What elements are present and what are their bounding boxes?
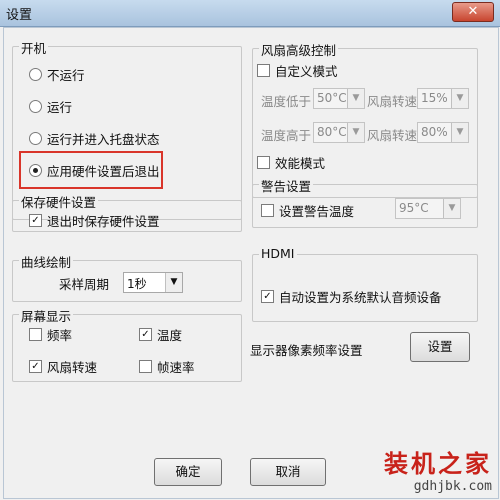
title-bar: 设置 ✕	[0, 0, 500, 27]
startup-legend: 开机	[19, 38, 49, 57]
sampling-period-select[interactable]: 1秒 ▼	[123, 272, 183, 293]
display-item-label: 风扇转速	[47, 360, 98, 375]
fan-control-legend: 风扇高级控制	[259, 40, 339, 59]
close-button[interactable]: ✕	[452, 2, 494, 22]
hdmi-auto-label: 自动设置为系统默认音频设备	[279, 290, 442, 305]
radio-button[interactable]	[29, 100, 42, 113]
pixel-clock-settings-button[interactable]: 设置	[410, 332, 470, 362]
checkbox-checked[interactable]: ✓	[29, 360, 42, 373]
startup-option-2[interactable]: 运行并进入托盘状态	[29, 129, 160, 148]
temp-low-select[interactable]: 50°C ▼	[313, 88, 365, 109]
display-item-temperature[interactable]: ✓ 温度	[139, 325, 182, 344]
radio-button-selected[interactable]	[29, 164, 42, 177]
watermark: 装机之家 gdhjbk.com	[384, 444, 492, 494]
display-legend: 屏幕显示	[19, 306, 74, 325]
efficiency-mode-option[interactable]: 效能模式	[257, 153, 325, 172]
radio-button[interactable]	[29, 68, 42, 81]
sampling-period-label: 采样周期	[59, 277, 110, 292]
window-title: 设置	[6, 8, 33, 23]
checkbox[interactable]	[257, 156, 270, 169]
pixel-clock-label: 显示器像素频率设置	[250, 343, 363, 358]
save-hw-group: 保存硬件设置 ✓ 退出时保存硬件设置	[12, 192, 242, 232]
fan-speed-select-2[interactable]: 80% ▼	[417, 122, 469, 143]
alarm-group: 警告设置 设置警告温度 95°C ▼	[252, 176, 478, 228]
startup-option-label: 应用硬件设置后退出	[47, 164, 160, 179]
efficiency-mode-label: 效能模式	[275, 156, 326, 171]
sampling-period-value: 1秒	[127, 277, 147, 291]
save-hw-legend: 保存硬件设置	[19, 192, 99, 211]
radio-button[interactable]	[29, 132, 42, 145]
startup-option-label: 运行并进入托盘状态	[47, 132, 160, 147]
dialog-body: 开机 不运行 运行 运行并进入托盘状态 应用硬件设置后退出 保存硬件设置 ✓ 退出…	[3, 27, 499, 499]
fan-speed-select-1[interactable]: 15% ▼	[417, 88, 469, 109]
startup-option-1[interactable]: 运行	[29, 97, 72, 116]
ok-button[interactable]: 确定	[154, 458, 222, 486]
curve-group: 曲线绘制 采样周期 1秒 ▼	[12, 252, 242, 302]
set-alarm-temp-option[interactable]: 设置警告温度	[261, 201, 354, 220]
chevron-down-icon[interactable]: ▼	[443, 199, 460, 218]
chevron-down-icon[interactable]: ▼	[347, 89, 364, 108]
fan-speed-value: 80%	[421, 125, 448, 139]
temp-low-label: 温度低于	[261, 94, 312, 109]
alarm-temp-value: 95°C	[399, 201, 429, 215]
fan-speed-value: 15%	[421, 91, 448, 105]
temp-low-value: 50°C	[317, 91, 347, 105]
fan-speed-label: 风扇转速	[367, 94, 418, 109]
close-icon: ✕	[467, 4, 479, 19]
curve-legend: 曲线绘制	[19, 252, 74, 271]
checkbox[interactable]	[29, 328, 42, 341]
checkbox[interactable]	[139, 360, 152, 373]
startup-option-label: 不运行	[47, 68, 85, 83]
hdmi-auto-option[interactable]: ✓ 自动设置为系统默认音频设备	[261, 287, 442, 306]
checkbox-checked[interactable]: ✓	[139, 328, 152, 341]
chevron-down-icon[interactable]: ▼	[165, 273, 182, 292]
startup-option-0[interactable]: 不运行	[29, 65, 85, 84]
save-on-exit-label: 退出时保存硬件设置	[47, 214, 160, 229]
cancel-button[interactable]: 取消	[250, 458, 326, 486]
display-item-fan-speed[interactable]: ✓ 风扇转速	[29, 357, 97, 376]
display-item-label: 频率	[47, 328, 73, 343]
temp-high-select[interactable]: 80°C ▼	[313, 122, 365, 143]
checkbox-checked[interactable]: ✓	[261, 290, 274, 303]
startup-option-label: 运行	[47, 100, 73, 115]
checkbox-checked[interactable]: ✓	[29, 214, 42, 227]
alarm-legend: 警告设置	[259, 176, 314, 195]
save-on-exit-option[interactable]: ✓ 退出时保存硬件设置	[29, 211, 160, 230]
checkbox[interactable]	[257, 64, 270, 77]
chevron-down-icon[interactable]: ▼	[347, 123, 364, 142]
display-group: 屏幕显示 频率 ✓ 温度 ✓ 风扇转速 帧速率	[12, 306, 242, 382]
watermark-brand: 装机之家	[384, 449, 492, 478]
set-alarm-temp-label: 设置警告温度	[279, 204, 355, 219]
chevron-down-icon[interactable]: ▼	[451, 89, 468, 108]
temp-high-label: 温度高于	[261, 128, 312, 143]
checkbox[interactable]	[261, 204, 274, 217]
chevron-down-icon[interactable]: ▼	[451, 123, 468, 142]
hdmi-group: HDMI ✓ 自动设置为系统默认音频设备	[252, 246, 478, 322]
display-item-label: 温度	[157, 328, 183, 343]
fan-speed-label: 风扇转速	[367, 128, 418, 143]
watermark-url: gdhjbk.com	[413, 479, 492, 494]
startup-option-3[interactable]: 应用硬件设置后退出	[29, 161, 160, 180]
temp-high-value: 80°C	[317, 125, 347, 139]
alarm-temp-select[interactable]: 95°C ▼	[395, 198, 461, 219]
custom-mode-option[interactable]: 自定义模式	[257, 61, 338, 80]
display-item-label: 帧速率	[157, 360, 195, 375]
display-item-frame-rate[interactable]: 帧速率	[139, 357, 195, 376]
display-item-frequency[interactable]: 频率	[29, 325, 72, 344]
hdmi-legend: HDMI	[259, 246, 297, 261]
custom-mode-label: 自定义模式	[275, 64, 338, 79]
